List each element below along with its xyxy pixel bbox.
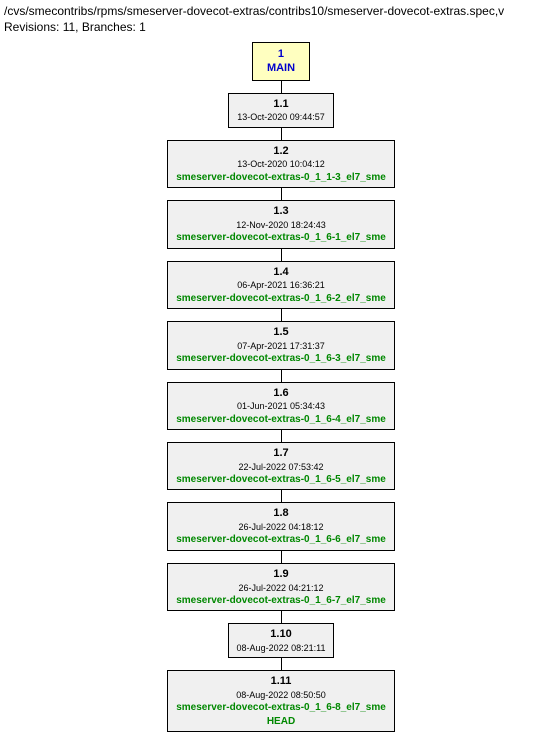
connector [281, 81, 282, 93]
revision-box[interactable]: 1.1 13-Oct-2020 09:44:57 [228, 93, 334, 128]
connector [281, 309, 282, 321]
revision-head: HEAD [176, 715, 386, 729]
revision-box[interactable]: 1.10 08-Aug-2022 08:21:11 [228, 623, 335, 658]
revision-box[interactable]: 1.9 26-Jul-2022 04:21:12 smeserver-dovec… [167, 563, 395, 611]
revision-tag: smeserver-dovecot-extras-0_1_6-6_el7_sme [176, 533, 386, 547]
revision-tag: smeserver-dovecot-extras-0_1_6-1_el7_sme [176, 231, 386, 245]
revision-tag: smeserver-dovecot-extras-0_1_6-7_el7_sme [176, 594, 386, 608]
revision-box[interactable]: 1.7 22-Jul-2022 07:53:42 smeserver-dovec… [167, 442, 395, 490]
connector [281, 430, 282, 442]
revision-number: 1.3 [176, 204, 386, 219]
revision-tag: smeserver-dovecot-extras-0_1_1-3_el7_sme [176, 171, 386, 185]
revision-number: 1.10 [237, 627, 326, 642]
revision-number: 1.4 [176, 265, 386, 280]
revision-box[interactable]: 1.6 01-Jun-2021 05:34:43 smeserver-dovec… [167, 382, 395, 430]
revision-number: 1.6 [176, 386, 386, 401]
revision-box[interactable]: 1.5 07-Apr-2021 17:31:37 smeserver-dovec… [167, 321, 395, 369]
revision-number: 1.7 [176, 446, 386, 461]
connector [281, 611, 282, 623]
revision-number: 1.1 [237, 97, 325, 112]
revision-date: 22-Jul-2022 07:53:42 [176, 461, 386, 473]
revision-info: Revisions: 11, Branches: 1 [4, 20, 554, 34]
revision-number: 1.11 [176, 674, 386, 689]
revision-date: 12-Nov-2020 18:24:43 [176, 219, 386, 231]
revision-tag: smeserver-dovecot-extras-0_1_6-4_el7_sme [176, 413, 386, 427]
revision-tag: smeserver-dovecot-extras-0_1_6-2_el7_sme [176, 292, 386, 306]
revision-date: 08-Aug-2022 08:50:50 [176, 689, 386, 701]
revision-date: 26-Jul-2022 04:21:12 [176, 582, 386, 594]
revision-box[interactable]: 1.3 12-Nov-2020 18:24:43 smeserver-dovec… [167, 200, 395, 248]
revision-date: 01-Jun-2021 05:34:43 [176, 400, 386, 412]
revision-box[interactable]: 1.8 26-Jul-2022 04:18:12 smeserver-dovec… [167, 502, 395, 550]
branch-number: 1 [267, 47, 295, 61]
revision-number: 1.2 [176, 144, 386, 159]
file-path: /cvs/smecontribs/rpms/smeserver-dovecot-… [4, 4, 554, 18]
revision-tree: 1 MAIN 1.1 13-Oct-2020 09:44:57 1.2 13-O… [4, 42, 554, 732]
connector [281, 658, 282, 670]
revision-date: 06-Apr-2021 16:36:21 [176, 279, 386, 291]
connector [281, 128, 282, 140]
connector [281, 551, 282, 563]
revision-date: 13-Oct-2020 10:04:12 [176, 158, 386, 170]
revision-tag: smeserver-dovecot-extras-0_1_6-5_el7_sme [176, 473, 386, 487]
revision-number: 1.8 [176, 506, 386, 521]
revision-number: 1.9 [176, 567, 386, 582]
branch-name: MAIN [267, 61, 295, 75]
revision-number: 1.5 [176, 325, 386, 340]
connector [281, 490, 282, 502]
revision-tag: smeserver-dovecot-extras-0_1_6-8_el7_sme [176, 701, 386, 715]
revision-date: 13-Oct-2020 09:44:57 [237, 111, 325, 123]
connector [281, 188, 282, 200]
branch-box[interactable]: 1 MAIN [252, 42, 310, 81]
revision-box[interactable]: 1.4 06-Apr-2021 16:36:21 smeserver-dovec… [167, 261, 395, 309]
revision-tag: smeserver-dovecot-extras-0_1_6-3_el7_sme [176, 352, 386, 366]
revision-box[interactable]: 1.11 08-Aug-2022 08:50:50 smeserver-dove… [167, 670, 395, 732]
revision-date: 07-Apr-2021 17:31:37 [176, 340, 386, 352]
revision-box[interactable]: 1.2 13-Oct-2020 10:04:12 smeserver-dovec… [167, 140, 395, 188]
connector [281, 370, 282, 382]
connector [281, 249, 282, 261]
revision-date: 26-Jul-2022 04:18:12 [176, 521, 386, 533]
revision-date: 08-Aug-2022 08:21:11 [237, 642, 326, 654]
